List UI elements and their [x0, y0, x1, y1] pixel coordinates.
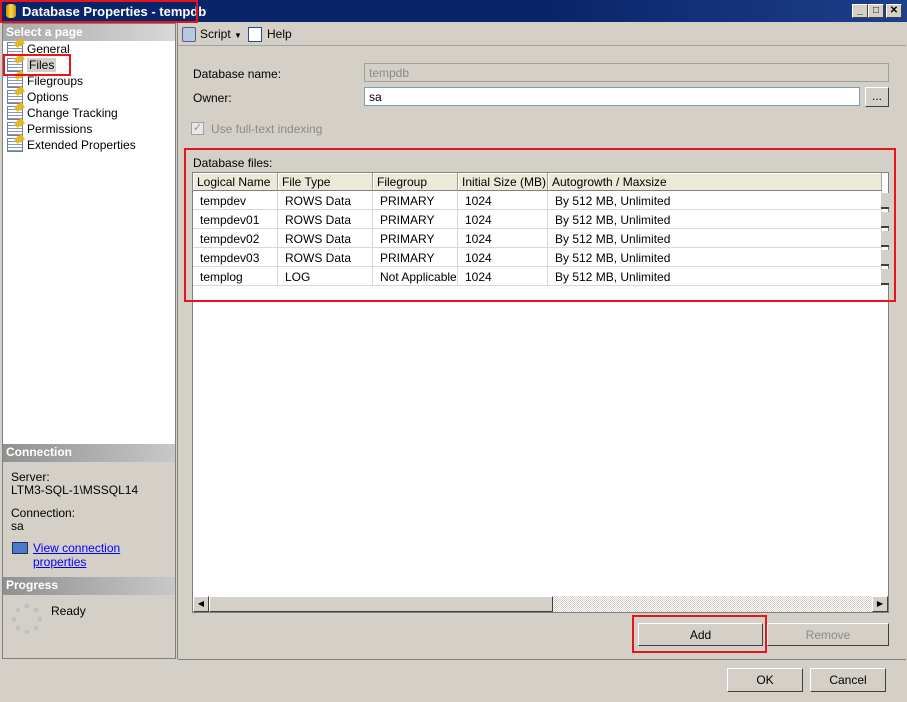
- database-name-label: Database name:: [193, 67, 282, 81]
- files-highlight: [3, 54, 71, 76]
- grid-highlight: [184, 148, 896, 302]
- left-pane: Select a page General Files Filegroups Opti…: [2, 23, 176, 659]
- script-label: Script: [200, 27, 231, 41]
- ok-button[interactable]: OK: [727, 668, 803, 692]
- script-button[interactable]: Script ▼: [200, 27, 242, 41]
- connection-value: sa: [11, 519, 24, 533]
- page-item-label: Change Tracking: [27, 106, 118, 120]
- progress-spinner-icon: [12, 604, 42, 634]
- chevron-down-icon: ▼: [234, 31, 242, 40]
- progress-header: Progress: [3, 577, 175, 595]
- view-connection-properties-link[interactable]: View connection properties: [33, 541, 175, 569]
- close-button[interactable]: ✕: [886, 4, 902, 18]
- help-icon: [248, 27, 262, 42]
- maximize-button[interactable]: □: [868, 4, 884, 18]
- remove-button[interactable]: Remove: [767, 623, 889, 646]
- fulltext-label: Use full-text indexing: [211, 122, 323, 136]
- page-item-label: Extended Properties: [27, 138, 136, 152]
- browse-owner-button[interactable]: ...: [865, 87, 889, 107]
- database-name-field[interactable]: tempdb: [364, 63, 889, 82]
- title-highlight: [0, 0, 198, 23]
- connection-label: Connection:: [11, 506, 76, 520]
- scroll-right-icon[interactable]: ▶: [872, 596, 888, 612]
- page-item-extended-properties[interactable]: Extended Properties: [7, 137, 136, 153]
- page-item-label: Filegroups: [27, 74, 84, 88]
- cancel-button[interactable]: Cancel: [810, 668, 886, 692]
- page-item-options[interactable]: Options: [7, 89, 68, 105]
- server-value: LTM3-SQL-1\MSSQL14: [11, 483, 139, 497]
- server-label: Server:: [11, 470, 50, 484]
- scroll-left-icon[interactable]: ◀: [193, 596, 209, 612]
- page-item-change-tracking[interactable]: Change Tracking: [7, 105, 118, 121]
- select-page-header: Select a page: [3, 24, 175, 41]
- page-item-label: Permissions: [27, 122, 93, 136]
- minimize-button[interactable]: _: [852, 4, 868, 18]
- fulltext-checkbox[interactable]: ✓: [191, 122, 204, 135]
- script-icon: [182, 27, 196, 42]
- add-highlight: [632, 615, 767, 653]
- horizontal-scrollbar[interactable]: ◀ ▶: [193, 596, 888, 612]
- help-button[interactable]: Help: [267, 27, 292, 41]
- connection-header: Connection: [3, 444, 175, 462]
- scrollbar-thumb[interactable]: [209, 596, 553, 612]
- connection-properties-icon: [12, 542, 28, 554]
- page-item-label: Options: [27, 90, 69, 104]
- owner-label: Owner:: [193, 91, 232, 105]
- page-icon: [7, 138, 23, 152]
- owner-field[interactable]: sa: [364, 87, 860, 106]
- progress-status: Ready: [51, 604, 86, 618]
